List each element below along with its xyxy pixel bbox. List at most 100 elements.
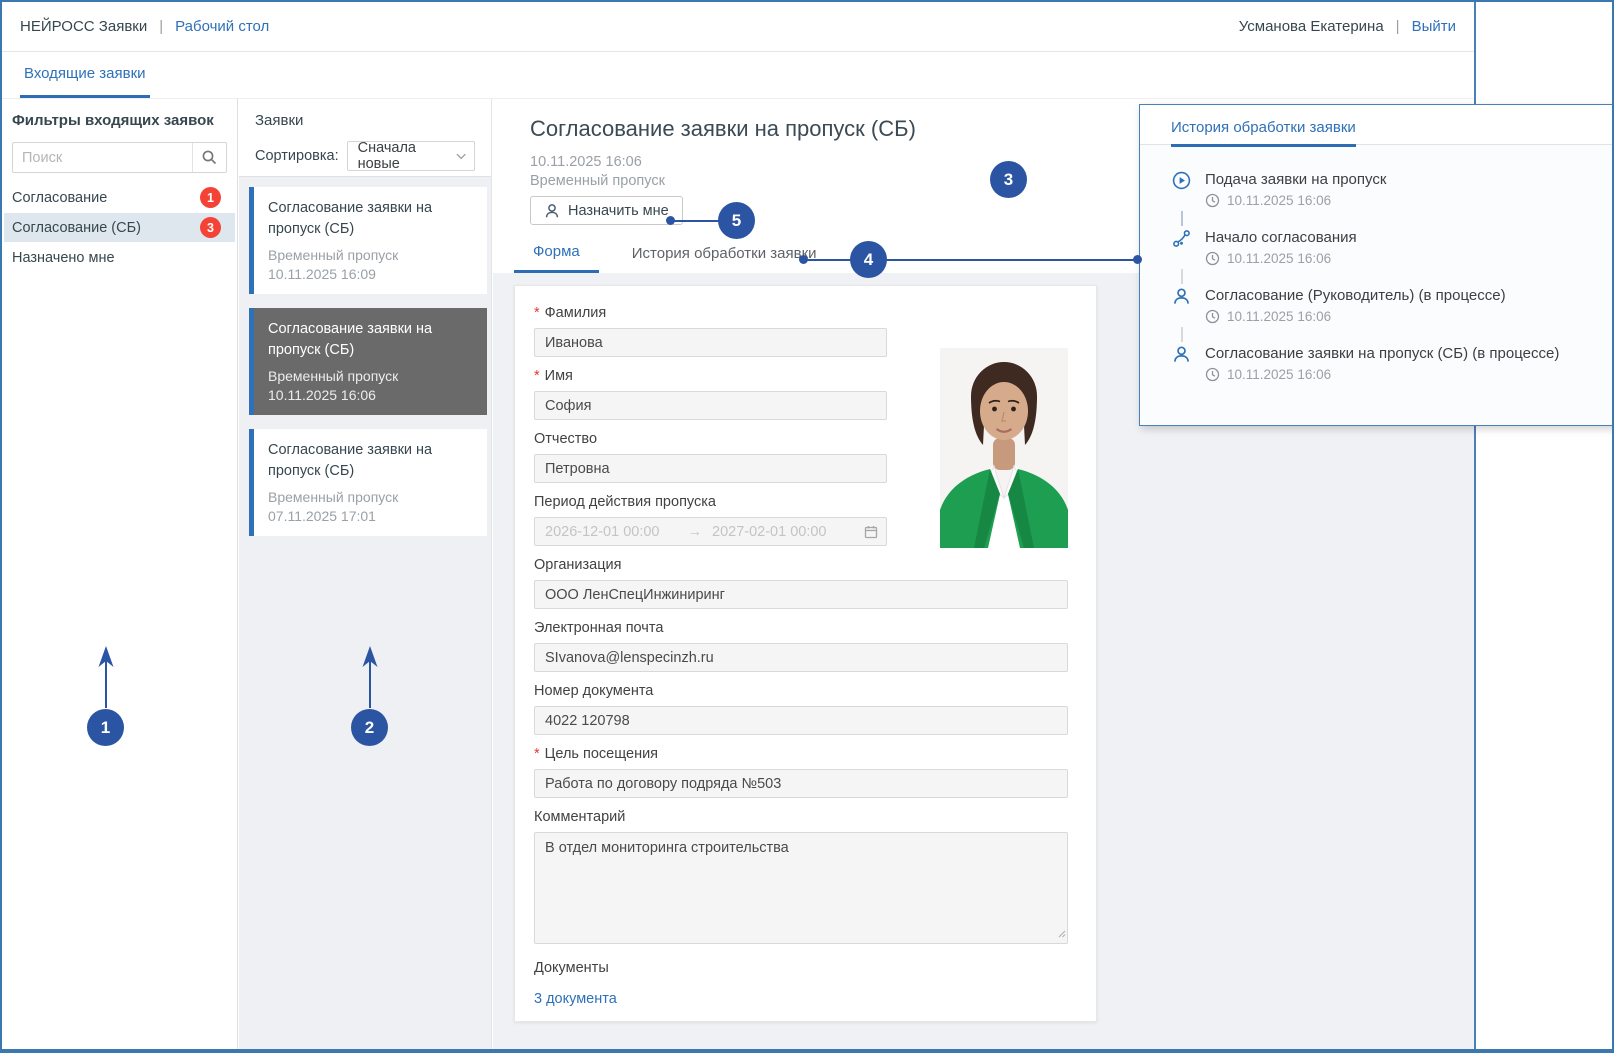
request-card[interactable]: Согласование заявки на пропуск (СБ) Врем… <box>249 187 487 294</box>
form-card: *Фамилия *Имя Отчество Период действия п… <box>514 285 1097 1022</box>
period-start: 2026-12-01 00:00 <box>545 524 660 540</box>
search-input[interactable] <box>13 150 192 166</box>
organization-field[interactable] <box>534 580 1068 609</box>
callout-3: 3 <box>990 161 1027 198</box>
header-separator: | <box>159 18 163 35</box>
history-event-title: Подача заявки на пропуск <box>1205 171 1386 188</box>
history-event-date: 10.11.2025 16:06 <box>1227 193 1331 208</box>
documents-label: Документы <box>534 958 1077 978</box>
requests-list: Согласование заявки на пропуск (СБ) Врем… <box>239 177 491 536</box>
request-card-date: 10.11.2025 16:06 <box>268 387 473 403</box>
person-icon <box>544 203 560 219</box>
filter-label: Согласование (СБ) <box>12 220 141 236</box>
calendar-icon[interactable] <box>863 524 879 544</box>
timeline-connector <box>1181 327 1183 342</box>
top-header-bar: НЕЙРОСС Заявки | Рабочий стол Усманова Е… <box>2 2 1474 52</box>
logout-link[interactable]: Выйти <box>1412 18 1456 35</box>
search-box <box>12 142 227 173</box>
document-number-field[interactable] <box>534 706 1068 735</box>
workflow-icon <box>1172 229 1192 266</box>
requests-column-header: Заявки Сортировка: Сначала новые <box>239 99 491 177</box>
callout-5-line <box>670 220 720 222</box>
sort-label: Сортировка: <box>255 148 339 164</box>
request-card-type: Временный пропуск <box>268 247 473 263</box>
request-card-type: Временный пропуск <box>268 368 473 384</box>
timeline-connector <box>1181 269 1183 284</box>
clock-icon <box>1205 193 1220 208</box>
sort-select-value: Сначала новые <box>358 140 456 172</box>
user-name: Усманова Екатерина <box>1239 18 1384 35</box>
assign-to-me-button[interactable]: Назначить мне <box>530 196 683 225</box>
history-event-title: Согласование (Руководитель) (в процессе) <box>1205 287 1506 304</box>
search-icon[interactable] <box>192 143 226 172</box>
field-label-email: Электронная почта <box>534 618 1077 638</box>
documents-link[interactable]: 3 документа <box>534 991 617 1007</box>
history-event-date: 10.11.2025 16:06 <box>1227 251 1331 266</box>
request-card-selected[interactable]: Согласование заявки на пропуск (СБ) Врем… <box>249 308 487 415</box>
filter-item-approval-sb[interactable]: Согласование (СБ) 3 <box>4 213 235 242</box>
pass-period-field[interactable]: 2026-12-01 00:00 → 2027-02-01 00:00 <box>534 517 887 546</box>
sort-select[interactable]: Сначала новые <box>347 141 475 171</box>
requests-column: Заявки Сортировка: Сначала новые Согласо… <box>239 99 492 1049</box>
email-field[interactable] <box>534 643 1068 672</box>
request-card[interactable]: Согласование заявки на пропуск (СБ) Врем… <box>249 429 487 536</box>
callout-arrow-1 <box>95 646 117 710</box>
history-panel-title: История обработки заявки <box>1171 119 1356 147</box>
count-badge: 1 <box>200 187 221 208</box>
history-event: Подача заявки на пропуск 10.11.2025 16:0… <box>1172 171 1585 208</box>
history-event-date: 10.11.2025 16:06 <box>1227 309 1331 324</box>
count-badge: 3 <box>200 217 221 238</box>
callout-5: 5 <box>718 202 755 239</box>
screenshot-frame: НЕЙРОСС Заявки | Рабочий стол Усманова Е… <box>0 0 1614 1053</box>
request-card-date: 07.11.2025 17:01 <box>268 508 473 524</box>
workspace-link[interactable]: Рабочий стол <box>175 18 269 35</box>
assign-button-label: Назначить мне <box>568 203 669 219</box>
clock-icon <box>1205 251 1220 266</box>
history-timeline: Подача заявки на пропуск 10.11.2025 16:0… <box>1140 145 1614 382</box>
filter-label: Назначено мне <box>12 250 115 266</box>
top-tabs-row: Входящие заявки <box>2 52 1474 99</box>
callout-1: 1 <box>87 709 124 746</box>
history-event: Согласование (Руководитель) (в процессе)… <box>1172 287 1585 324</box>
tab-incoming-requests[interactable]: Входящие заявки <box>20 52 150 98</box>
clock-icon <box>1205 367 1220 382</box>
tab-history[interactable]: История обработки заявки <box>613 233 836 273</box>
clock-icon <box>1205 309 1220 324</box>
filters-title: Фильтры входящих заявок <box>2 112 237 129</box>
field-label-docnumber: Номер документа <box>534 681 1077 701</box>
history-event-title: Начало согласования <box>1205 229 1357 246</box>
filters-sidebar: Фильтры входящих заявок Согласование 1 С… <box>2 99 238 1049</box>
detail-tabs: Форма История обработки заявки <box>514 233 836 273</box>
lastname-field[interactable] <box>534 328 887 357</box>
callout-4-dot-left <box>799 255 808 264</box>
period-arrow: → <box>688 524 703 540</box>
filter-item-assigned-to-me[interactable]: Назначено мне <box>4 243 235 272</box>
history-event: Начало согласования 10.11.2025 16:06 <box>1172 229 1585 266</box>
callout-4-dot-right <box>1133 255 1142 264</box>
timeline-connector <box>1181 211 1183 226</box>
required-marker: * <box>534 746 540 762</box>
app-title: НЕЙРОСС Заявки <box>20 18 147 35</box>
field-label-lastname: *Фамилия <box>534 303 1077 323</box>
filter-item-approval[interactable]: Согласование 1 <box>4 183 235 212</box>
callout-5-dot <box>666 216 675 225</box>
required-marker: * <box>534 305 540 321</box>
request-card-type: Временный пропуск <box>268 489 473 505</box>
comment-textarea[interactable]: В отдел мониторинга строительства <box>534 832 1068 944</box>
callout-arrow-2 <box>359 646 381 710</box>
request-card-title: Согласование заявки на пропуск (СБ) <box>268 198 473 240</box>
header-separator-2: | <box>1396 18 1400 35</box>
callout-4: 4 <box>850 241 887 278</box>
field-label-purpose: *Цель посещения <box>534 744 1077 764</box>
tab-form[interactable]: Форма <box>514 233 599 273</box>
history-panel-header: История обработки заявки <box>1140 105 1614 145</box>
chevron-down-icon <box>456 153 466 160</box>
visit-purpose-field[interactable] <box>534 769 1068 798</box>
history-panel: История обработки заявки Подача заявки н… <box>1139 104 1614 426</box>
middlename-field[interactable] <box>534 454 887 483</box>
history-event-date: 10.11.2025 16:06 <box>1227 367 1331 382</box>
firstname-field[interactable] <box>534 391 887 420</box>
applicant-photo <box>940 348 1068 548</box>
field-label-comment: Комментарий <box>534 807 1077 827</box>
period-end: 2027-02-01 00:00 <box>712 524 827 540</box>
